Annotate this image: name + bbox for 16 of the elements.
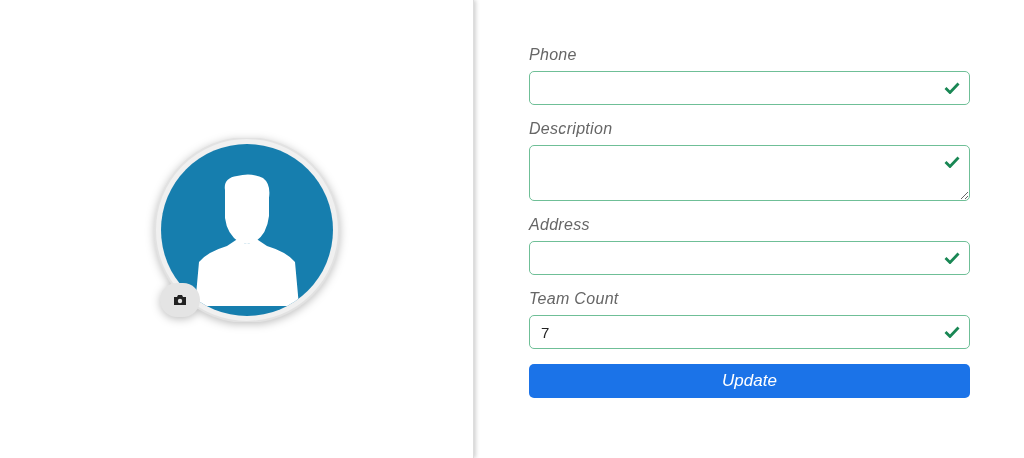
- avatar-icon: [151, 138, 343, 322]
- field-label: Team Count: [529, 290, 620, 308]
- camera-button[interactable]: [160, 283, 200, 317]
- check-icon: [944, 252, 960, 264]
- check-icon: [944, 326, 960, 338]
- check-icon: [944, 82, 960, 94]
- input-field[interactable]: 7: [529, 315, 970, 349]
- camera-icon: [173, 294, 187, 306]
- update-button[interactable]: Update: [529, 364, 970, 398]
- field-label: Description: [529, 120, 614, 138]
- field-label: Address: [529, 216, 591, 234]
- text-area[interactable]: [529, 145, 970, 201]
- input-field[interactable]: [529, 241, 970, 275]
- input-field[interactable]: [529, 71, 970, 105]
- field-label: Phone: [529, 46, 578, 64]
- check-icon: [944, 156, 960, 168]
